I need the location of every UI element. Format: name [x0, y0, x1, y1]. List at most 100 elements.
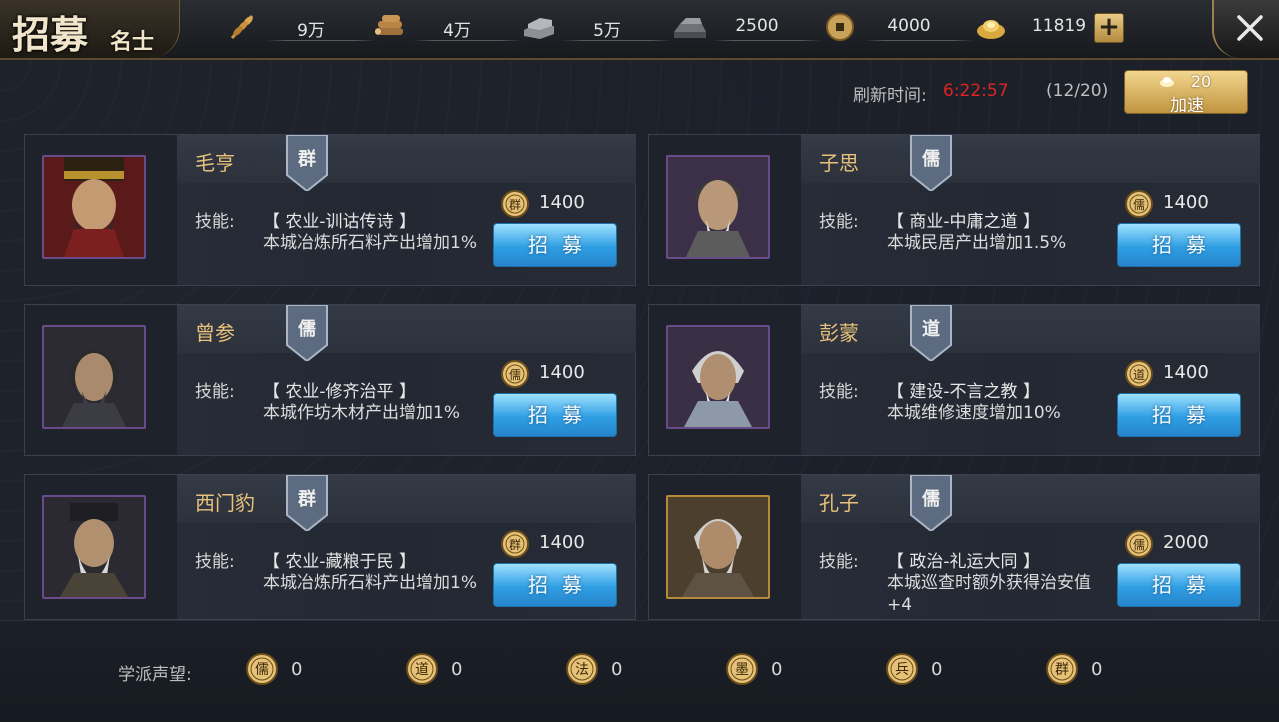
title-plate: 招募 名士: [0, 0, 180, 58]
skill-name: 【 农业-修齐治平 】: [263, 382, 416, 402]
scholar-card: 曾参 儒 技能: 【 农业-修齐治平 】 本城作坊木材产出增加1% 儒 1400…: [24, 304, 636, 456]
svg-text:儒: 儒: [1133, 538, 1145, 552]
page-title: 招募: [12, 12, 89, 57]
skill-name: 【 农业-藏粮于民 】: [263, 552, 416, 572]
reputation-coin-icon: 儒: [501, 360, 529, 388]
stone-value: 5万: [593, 21, 621, 41]
reputation-value: 0: [451, 659, 463, 680]
portrait[interactable]: [666, 325, 770, 429]
recruit-cost: 1400: [539, 532, 585, 553]
portrait[interactable]: [666, 155, 770, 259]
svg-text:群: 群: [509, 538, 521, 552]
school-badge: 儒: [909, 135, 953, 191]
card-header-strip: [801, 305, 1260, 353]
school-coin-icon: 群: [1046, 653, 1078, 685]
wheat-value: 9万: [297, 21, 325, 41]
skill-description: 本城冶炼所石料产出增加1%: [263, 233, 477, 253]
iron-value: 2500: [735, 16, 779, 36]
portrait[interactable]: [42, 155, 146, 259]
top-bar: 招募 名士 9万 4万 5万 2500 4000 11819 +: [0, 0, 1279, 60]
reputation-value: 0: [611, 659, 623, 680]
divider: [265, 40, 377, 41]
svg-text:群: 群: [509, 198, 521, 212]
scholar-name: 西门豹: [195, 491, 255, 515]
skill-label: 技能:: [195, 212, 235, 232]
reputation-coin-icon: 儒: [1125, 190, 1153, 218]
refresh-countdown: 6:22:57: [943, 81, 1009, 101]
skill-label: 技能:: [819, 212, 859, 232]
close-button[interactable]: [1212, 0, 1279, 58]
skill-label: 技能:: [195, 382, 235, 402]
speedup-cost: 20: [1190, 72, 1212, 91]
scholar-card: 彭蒙 道 技能: 【 建设-不言之教 】 本城维修速度增加10% 道 1400 …: [648, 304, 1260, 456]
speedup-button[interactable]: 20 加速: [1124, 70, 1248, 116]
reputation-coin-icon: 儒: [1125, 530, 1153, 558]
school-badge: 儒: [909, 475, 953, 531]
reputation-value: 0: [1091, 659, 1103, 680]
reputation-value: 0: [291, 659, 303, 680]
skill-label: 技能:: [195, 552, 235, 572]
recruit-cost: 1400: [1163, 192, 1209, 213]
scholar-card: 毛亨 群 技能: 【 农业-训诂传诗 】 本城冶炼所石料产出增加1% 群 140…: [24, 134, 636, 286]
card-header-strip: [801, 475, 1260, 523]
card-header-strip: [177, 305, 636, 353]
skill-description: 本城维修速度增加10%: [887, 403, 1061, 423]
school-badge: 群: [285, 135, 329, 191]
page-subtitle: 名士: [110, 29, 155, 55]
recruit-cost: 1400: [539, 362, 585, 383]
scholar-card: 西门豹 群 技能: 【 农业-藏粮于民 】 本城冶炼所石料产出增加1% 群 14…: [24, 474, 636, 620]
divider: [863, 40, 975, 41]
scholar-name: 孔子: [819, 491, 859, 515]
skill-name: 【 政治-礼运大同 】: [887, 552, 1040, 572]
copper-coin-icon: [826, 13, 854, 41]
scholar-card: 孔子 儒 技能: 【 政治-礼运大同 】 本城巡查时额外获得治安值+4 儒 20…: [648, 474, 1260, 620]
card-header-strip: [177, 135, 636, 183]
recruit-button[interactable]: 招募: [493, 223, 617, 267]
recruit-button[interactable]: 招募: [493, 563, 617, 607]
reputation-bar: [0, 620, 1279, 722]
skill-name: 【 建设-不言之教 】: [887, 382, 1040, 402]
svg-text:道: 道: [415, 662, 429, 678]
skill-description: 本城作坊木材产出增加1%: [263, 403, 460, 423]
recruit-cost: 1400: [1163, 362, 1209, 383]
reputation-coin-icon: 群: [501, 190, 529, 218]
reputation-value: 0: [771, 659, 783, 680]
speedup-label: 加速: [1170, 96, 1204, 116]
scholar-name: 子思: [819, 151, 859, 175]
svg-text:儒: 儒: [509, 368, 521, 382]
portrait[interactable]: [42, 325, 146, 429]
recruit-button[interactable]: 招募: [1117, 223, 1241, 267]
recruit-button[interactable]: 招募: [1117, 393, 1241, 437]
school-coin-icon: 儒: [246, 653, 278, 685]
recruit-button[interactable]: 招募: [493, 393, 617, 437]
svg-text:儒: 儒: [1133, 198, 1145, 212]
scholar-card: 子思 儒 技能: 【 商业-中庸之道 】 本城民居产出增加1.5% 儒 1400…: [648, 134, 1260, 286]
portrait[interactable]: [666, 495, 770, 599]
scholar-name: 毛亨: [195, 151, 235, 175]
scholar-name: 曾参: [195, 321, 235, 345]
skill-name: 【 农业-训诂传诗 】: [263, 212, 416, 232]
school-badge: 道: [909, 305, 953, 361]
refresh-label: 刷新时间:: [853, 86, 927, 106]
divider: [411, 40, 523, 41]
skill-name: 【 商业-中庸之道 】: [887, 212, 1040, 232]
scholar-name: 彭蒙: [819, 321, 859, 345]
svg-text:兵: 兵: [895, 662, 909, 678]
divider: [561, 40, 673, 41]
recruit-button[interactable]: 招募: [1117, 563, 1241, 607]
refresh-count: (12/20): [1046, 81, 1109, 101]
svg-text:法: 法: [575, 662, 589, 678]
school-coin-icon: 墨: [726, 653, 758, 685]
skill-description: 本城巡查时额外获得治安值+4: [887, 573, 1091, 615]
skill-description: 本城冶炼所石料产出增加1%: [263, 573, 477, 593]
recruit-cost: 2000: [1163, 532, 1209, 553]
add-gold-button[interactable]: +: [1094, 13, 1124, 43]
svg-text:墨: 墨: [735, 662, 749, 678]
portrait[interactable]: [42, 495, 146, 599]
reputation-value: 0: [931, 659, 943, 680]
svg-text:儒: 儒: [255, 662, 269, 678]
close-icon: [1237, 15, 1263, 41]
svg-text:群: 群: [1055, 662, 1069, 678]
divider: [711, 40, 823, 41]
iron-icon: [674, 18, 706, 38]
